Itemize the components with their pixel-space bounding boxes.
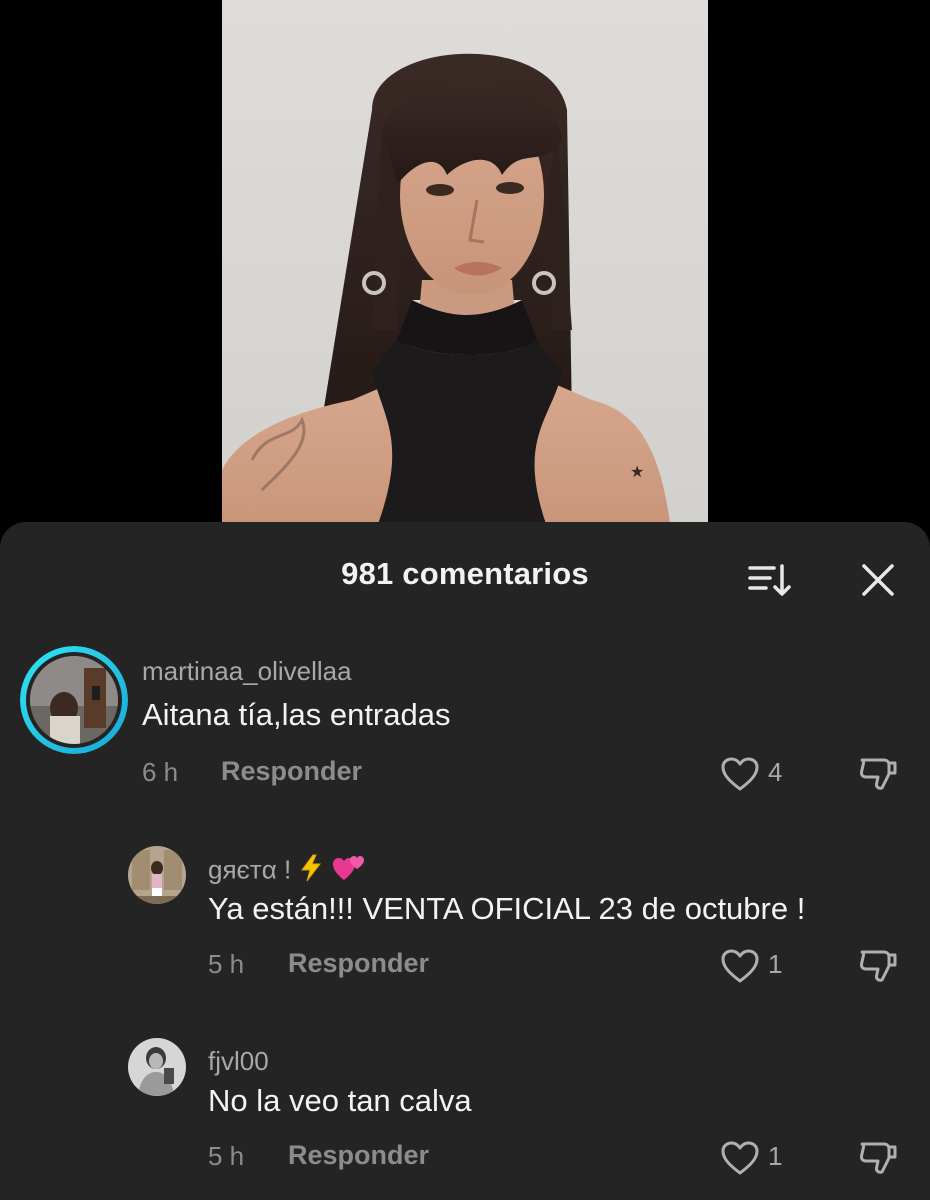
close-icon[interactable]	[858, 560, 898, 600]
comment-timestamp: 5 h	[208, 949, 245, 979]
video-still-image: ★	[222, 53, 672, 540]
comments-header: 981 comentarios	[0, 522, 930, 630]
thumbs-down-icon[interactable]	[858, 1138, 898, 1176]
heart-outline-icon[interactable]	[720, 756, 760, 792]
comment-item: martinaa_olivellaa Aitana tía,las entrad…	[0, 640, 930, 810]
comment-text: No la veo tan calva	[208, 1083, 472, 1118]
comment-username-text: gяєтα !	[208, 854, 292, 885]
comment-username[interactable]: martinaa_olivellaa	[142, 656, 352, 687]
video-player[interactable]: ★	[0, 0, 930, 540]
comment-username[interactable]: gяєтα !	[208, 854, 366, 889]
avatar[interactable]	[128, 1038, 186, 1096]
like-count: 4	[768, 757, 783, 787]
lightning-emoji	[298, 854, 324, 889]
comment-username[interactable]: fjvl00	[208, 1046, 269, 1077]
heart-outline-icon[interactable]	[720, 1140, 760, 1176]
avatar[interactable]	[128, 846, 186, 904]
video-frame[interactable]: ★	[222, 0, 708, 540]
heart-outline-icon[interactable]	[720, 948, 760, 984]
reply-comment-item: gяєтα ! Ya están!!! VENTA OFICIAL 23 de …	[0, 832, 930, 1002]
comment-text: Aitana tía,las entradas	[142, 697, 451, 732]
thumbs-down-icon[interactable]	[858, 754, 898, 792]
reply-button[interactable]: Responder	[288, 948, 429, 979]
like-count: 1	[768, 1141, 783, 1171]
reply-comment-item: fjvl00 No la veo tan calva 5 h Responder…	[0, 1024, 930, 1194]
svg-text:★: ★	[630, 462, 644, 481]
comment-timestamp: 5 h	[208, 1141, 245, 1171]
two-hearts-emoji	[332, 854, 366, 889]
reply-button[interactable]: Responder	[221, 756, 362, 787]
sort-icon[interactable]	[744, 560, 792, 600]
comments-sheet: 981 comentarios martinaa_olivellaa Aitan…	[0, 522, 930, 1200]
comment-text: Ya están!!! VENTA OFICIAL 23 de octubre …	[208, 891, 806, 926]
like-count: 1	[768, 949, 783, 979]
reply-button[interactable]: Responder	[288, 1140, 429, 1171]
thumbs-down-icon[interactable]	[858, 946, 898, 984]
avatar-with-story-ring[interactable]	[20, 646, 128, 754]
comment-timestamp: 6 h	[142, 757, 179, 787]
